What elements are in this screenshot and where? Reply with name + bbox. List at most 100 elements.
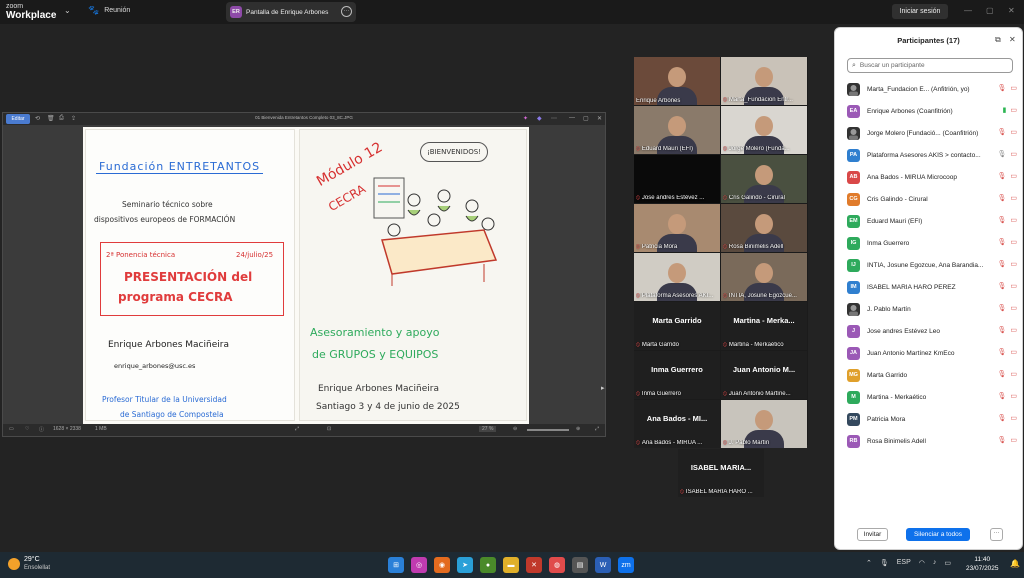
zoom-slider[interactable] xyxy=(527,429,569,431)
app-red-icon[interactable]: ✕ xyxy=(526,557,542,573)
close-icon[interactable]: ✕ xyxy=(1008,6,1015,15)
video-tile[interactable]: ⦸ INTIA, Josune Egozcue... xyxy=(721,253,807,301)
app-icon[interactable]: ◆ xyxy=(537,115,542,122)
camera-off-icon[interactable]: ▭ xyxy=(1010,348,1017,356)
mic-muted-icon[interactable]: 🎙 xyxy=(997,304,1006,312)
camera-off-icon[interactable]: ▭ xyxy=(1010,216,1017,224)
fit-width-icon[interactable]: ⊡ xyxy=(327,426,331,432)
video-tile[interactable]: Enrique Arbones xyxy=(634,57,720,105)
mic-muted-icon[interactable]: 🎙 xyxy=(997,172,1006,180)
camera-off-icon[interactable]: ▭ xyxy=(1010,370,1017,378)
tab-meeting[interactable]: 🐾 Reunión xyxy=(88,5,130,16)
mic-muted-icon[interactable]: 🎙 xyxy=(997,282,1006,290)
video-tile[interactable]: Inma Guerrero ⦸ Inma Guerrero xyxy=(634,351,720,399)
battery-icon[interactable]: ▭ xyxy=(944,559,951,567)
participant-row[interactable]: RB Rosa Binimelis Adell 🎙 ▭ xyxy=(847,430,1017,452)
volume-icon[interactable]: ♪ xyxy=(933,559,937,567)
maximize-icon[interactable]: ▢ xyxy=(583,115,589,122)
minimize-icon[interactable]: — xyxy=(569,115,575,121)
video-tile[interactable]: ⦸ J. Pablo Martín xyxy=(721,400,807,448)
chrome-icon[interactable]: ◍ xyxy=(549,557,565,573)
close-icon[interactable]: ✕ xyxy=(597,115,602,122)
participant-row[interactable]: M Martina - Merkaético 🎙 ▭ xyxy=(847,386,1017,408)
folder-icon[interactable]: ▬ xyxy=(503,557,519,573)
grid-icon[interactable]: ▭ xyxy=(9,426,14,432)
telegram-icon[interactable]: ➤ xyxy=(457,557,473,573)
participant-row[interactable]: IJ INTIA, Josune Egozcue, Ana Barandia...… xyxy=(847,254,1017,276)
mic-icon[interactable]: 🎙 xyxy=(880,559,889,567)
participant-row[interactable]: Jorge Molero [Fundació... (Coanfitrión) 🎙… xyxy=(847,122,1017,144)
camera-off-icon[interactable]: ▭ xyxy=(1010,326,1017,334)
participant-row[interactable]: IG Inma Guerrero 🎙 ▭ xyxy=(847,232,1017,254)
participant-row[interactable]: CG Cris Galindo - Cirural 🎙 ▭ xyxy=(847,188,1017,210)
start-icon[interactable]: ⊞ xyxy=(388,557,404,573)
camera-off-icon[interactable]: ▭ xyxy=(1010,436,1017,444)
participant-row[interactable]: PM Patricia Mora 🎙 ▭ xyxy=(847,408,1017,430)
mic-muted-icon[interactable]: 🎙 xyxy=(997,194,1006,202)
zoom-out-icon[interactable]: ⊖ xyxy=(513,426,517,432)
participant-row[interactable]: Marta_Fundacion E... (Anfitrión, yo) 🎙 ▭ xyxy=(847,78,1017,100)
mic-muted-icon[interactable]: 🎙 xyxy=(997,238,1006,246)
participant-row[interactable]: IM ISABEL MARIA HARO PEREZ 🎙 ▭ xyxy=(847,276,1017,298)
video-tile[interactable]: ⦸ Cris Galindo - Cirural xyxy=(721,155,807,203)
camera-off-icon[interactable]: ▭ xyxy=(1010,194,1017,202)
mic-muted-icon[interactable]: 🎙 xyxy=(997,436,1006,444)
search-input[interactable] xyxy=(859,62,1000,69)
camera-off-icon[interactable]: ▭ xyxy=(1010,392,1017,400)
maximize-icon[interactable]: ▢ xyxy=(986,6,994,15)
chevron-up-icon[interactable]: ⌃ xyxy=(866,559,872,567)
zoom-icon[interactable]: zm xyxy=(618,557,634,573)
camera-off-icon[interactable]: ▭ xyxy=(1010,128,1017,136)
mic-muted-icon[interactable]: 🎙 xyxy=(997,370,1006,378)
video-tile[interactable]: ⦸ Rosa Binimelis Adell xyxy=(721,204,807,252)
tab-screen-share[interactable]: ER Pantalla de Enrique Arbones ··· xyxy=(226,2,356,22)
next-arrow-icon[interactable]: ▸ xyxy=(601,384,605,392)
video-tile[interactable]: Marta Garrido ⦸ Marta Garrido xyxy=(634,302,720,350)
participant-row[interactable]: J. Pablo Martín 🎙 ▭ xyxy=(847,298,1017,320)
participant-row[interactable]: EM Eduard Mauri (EFI) 🎙 ▭ xyxy=(847,210,1017,232)
participant-row[interactable]: MG Marta Garrido 🎙 ▭ xyxy=(847,364,1017,386)
mic-muted-icon[interactable]: 🎙 xyxy=(997,392,1006,400)
word-icon[interactable]: W xyxy=(595,557,611,573)
participant-row[interactable]: J Jose andres Estévez Leo 🎙 ▭ xyxy=(847,320,1017,342)
mic-icon[interactable]: 🎙 xyxy=(997,150,1006,158)
firefox-icon[interactable]: ◉ xyxy=(434,557,450,573)
mic-muted-icon[interactable]: 🎙 xyxy=(997,260,1006,268)
mic-muted-icon[interactable]: 🎙 xyxy=(997,216,1006,224)
camera-off-icon[interactable]: ▭ xyxy=(1010,238,1017,246)
fit-icon[interactable]: ⤢ xyxy=(295,426,299,432)
popout-icon[interactable]: ⧉ xyxy=(995,35,1001,45)
mic-icon[interactable]: ▮ xyxy=(1003,106,1007,114)
language-indicator[interactable]: ESP xyxy=(897,559,911,567)
invite-button[interactable]: Invitar xyxy=(857,528,888,541)
camera-off-icon[interactable]: ▭ xyxy=(1010,172,1017,180)
info-icon[interactable]: ⓘ xyxy=(39,426,44,433)
mic-muted-icon[interactable]: 🎙 xyxy=(997,414,1006,422)
camera-off-icon[interactable]: ▭ xyxy=(1010,106,1017,114)
participant-row[interactable]: PA Plataforma Asesores AKIS > contacto...… xyxy=(847,144,1017,166)
video-tile[interactable]: ⦸ Jose andres Estévez ... xyxy=(634,155,720,203)
fullscreen-icon[interactable]: ⤢ xyxy=(595,426,599,432)
camera-off-icon[interactable]: ▭ xyxy=(1010,414,1017,422)
heart-icon[interactable]: ♡ xyxy=(25,426,29,432)
minimize-icon[interactable]: — xyxy=(964,6,972,15)
more-icon[interactable]: ··· xyxy=(341,6,352,17)
participant-row[interactable]: EA Enrique Arbones (Coanfitrión) ▮ ▭ xyxy=(847,100,1017,122)
app-grey-icon[interactable]: ▤ xyxy=(572,557,588,573)
copilot-icon[interactable]: ✦ xyxy=(523,115,528,122)
more-options-button[interactable]: ··· xyxy=(990,528,1003,541)
video-tile[interactable]: ISABEL MARIA... ⦸ ISABEL MARIA HARO ... xyxy=(678,449,764,497)
video-tile[interactable]: ⦸ Plataforma Asesores AKI... xyxy=(634,253,720,301)
camera-off-icon[interactable]: ▭ xyxy=(1010,304,1017,312)
camera-off-icon[interactable]: ▭ xyxy=(1010,282,1017,290)
chevron-down-icon[interactable]: ⌄ xyxy=(64,6,71,15)
signin-button[interactable]: Iniciar sesión xyxy=(892,4,948,19)
video-tile[interactable]: Juan Antonio M... ⦸ Juan Antonio Martíne..… xyxy=(721,351,807,399)
video-tile[interactable]: Martina - Merka... ⦸ Martina - Merkaético xyxy=(721,302,807,350)
menu-icon[interactable]: ⋯ xyxy=(551,115,557,122)
browser-icon[interactable]: ◎ xyxy=(411,557,427,573)
wifi-icon[interactable]: ◠ xyxy=(919,559,925,567)
participant-search[interactable]: ⌕ xyxy=(847,58,1013,73)
participant-row[interactable]: JA Juan Antonio Martínez KmEco 🎙 ▭ xyxy=(847,342,1017,364)
mic-muted-icon[interactable]: 🎙 xyxy=(997,326,1006,334)
